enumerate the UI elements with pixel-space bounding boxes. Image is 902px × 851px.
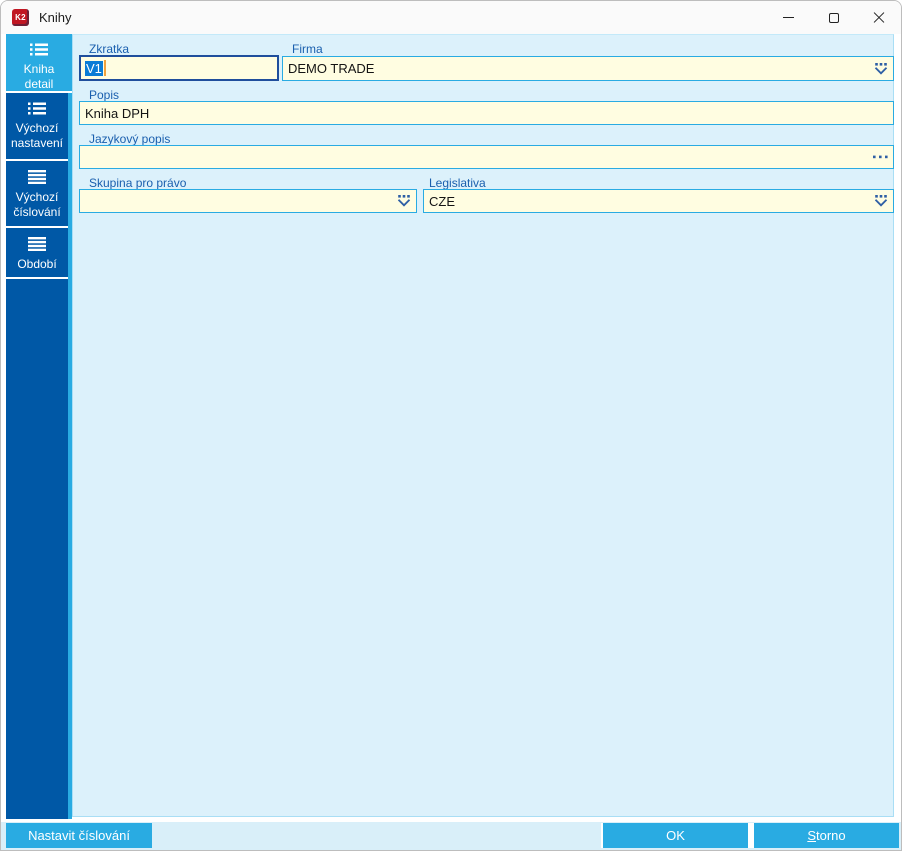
minimize-button[interactable] [766, 1, 811, 34]
zkratka-label: Zkratka [89, 42, 130, 56]
ok-button[interactable]: OK [603, 823, 748, 848]
popis-field[interactable]: Kniha DPH [79, 101, 894, 125]
menu-lines-icon [28, 237, 46, 251]
zkratka-selected-value: V1 [85, 60, 103, 76]
form-panel: Zkratka V1 Firma DEMO TRADE Popis Kniha … [72, 34, 894, 817]
sidebar-item-label: Období [17, 257, 57, 271]
jazykovy-popis-field[interactable] [79, 145, 894, 169]
knihy-window: K2 Knihy Kniha detail Výchozí nastavení … [0, 0, 902, 851]
sidebar-item-label: Výchozí [15, 121, 59, 135]
legislativa-value: CZE [429, 193, 455, 209]
dotted-list-icon [28, 102, 46, 115]
sidebar: Kniha detail Výchozí nastavení Výchozí č… [6, 34, 72, 819]
maximize-button[interactable] [811, 1, 856, 34]
titlebar: K2 Knihy [1, 1, 901, 34]
sidebar-item-label: Výchozí [15, 190, 59, 204]
sidebar-item-vychozi-nastaveni[interactable]: Výchozí nastavení [6, 93, 68, 161]
sidebar-item-label: číslování [13, 205, 61, 219]
storno-rest: torno [816, 828, 846, 843]
legislativa-field[interactable]: CZE [423, 189, 894, 213]
close-icon [873, 12, 885, 24]
footer-bar: Nastavit číslování OK Storno [1, 819, 901, 850]
sidebar-item-obdobi[interactable]: Období [6, 228, 68, 279]
close-button[interactable] [856, 1, 901, 34]
minimize-icon [783, 17, 794, 18]
skupina-pro-pravo-label: Skupina pro právo [89, 176, 187, 190]
popis-value: Kniha DPH [85, 105, 150, 121]
firma-field[interactable]: DEMO TRADE [282, 56, 894, 81]
firma-label: Firma [292, 42, 323, 56]
jazykovy-popis-label: Jazykový popis [89, 132, 171, 146]
nastavit-cislovani-button[interactable]: Nastavit číslování [6, 823, 152, 848]
legislativa-label: Legislativa [429, 176, 486, 190]
main-region: Kniha detail Výchozí nastavení Výchozí č… [1, 34, 901, 819]
sidebar-item-label: nastavení [10, 136, 64, 150]
footer-right-buttons: OK Storno [601, 823, 899, 848]
sidebar-item-label: Kniha [23, 62, 55, 76]
storno-button[interactable]: Storno [754, 823, 899, 848]
text-caret [103, 60, 106, 76]
app-icon-k2: K2 [12, 9, 29, 26]
dropdown-icon[interactable] [397, 195, 411, 207]
sidebar-item-vychozi-cislovani[interactable]: Výchozí číslování [6, 161, 68, 228]
firma-value: DEMO TRADE [288, 61, 375, 76]
dropdown-icon[interactable] [874, 62, 888, 75]
sidebar-item-kniha-detail[interactable]: Kniha detail [6, 34, 72, 93]
skupina-pro-pravo-field[interactable] [79, 189, 417, 213]
storno-accel-letter: S [807, 828, 817, 843]
menu-lines-icon [28, 170, 46, 184]
popis-label: Popis [89, 88, 120, 102]
window-title: Knihy [39, 10, 72, 25]
sidebar-item-label: detail [24, 77, 54, 91]
zkratka-field[interactable]: V1 [79, 55, 279, 81]
ellipsis-icon[interactable] [873, 155, 888, 159]
dotted-list-icon [30, 43, 48, 56]
dropdown-icon[interactable] [874, 195, 888, 207]
maximize-icon [828, 12, 839, 23]
